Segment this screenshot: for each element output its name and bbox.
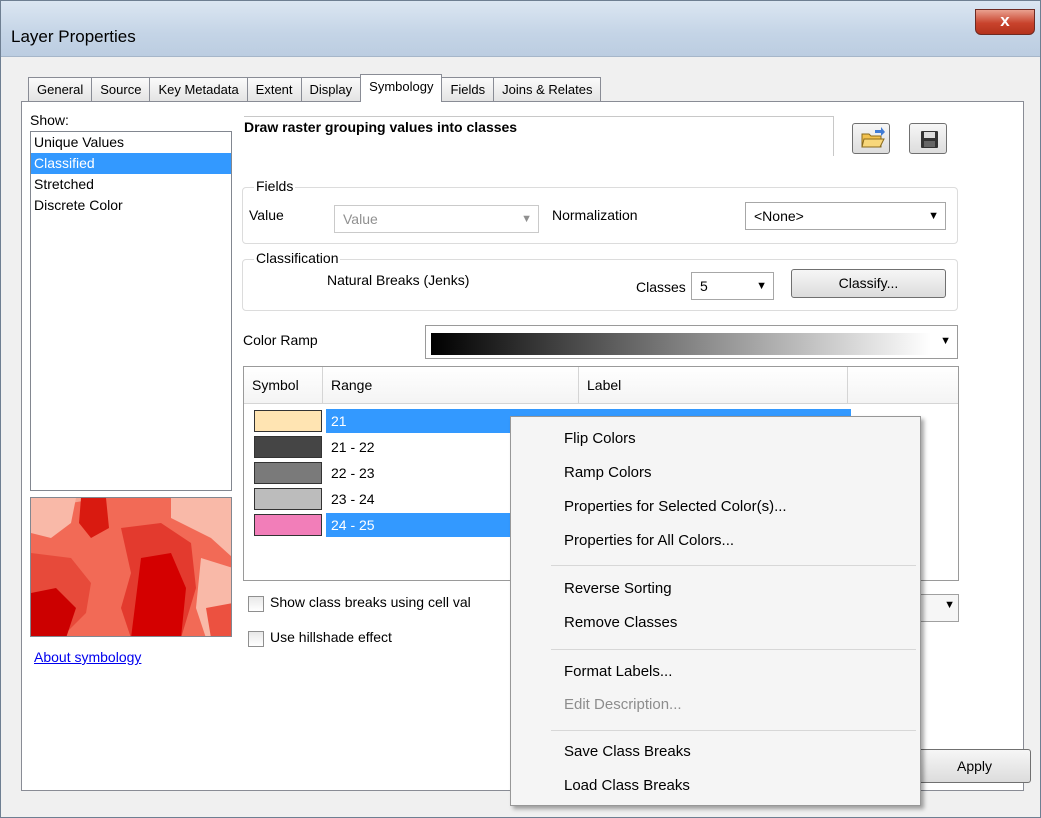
menu-separator — [551, 730, 916, 731]
value-field-select[interactable]: Value ▼ — [334, 205, 539, 233]
menu-item-reverse-sorting[interactable]: Reverse Sorting — [564, 580, 672, 597]
menu-separator — [551, 565, 916, 566]
range-column-header[interactable]: Range — [323, 367, 579, 403]
chevron-down-icon: ▼ — [521, 213, 532, 225]
tab-key-metadata[interactable]: Key Metadata — [149, 77, 248, 102]
show-item-stretched[interactable]: Stretched — [31, 174, 231, 195]
floppy-disk-icon — [921, 131, 938, 148]
tab-display[interactable]: Display — [300, 77, 362, 102]
menu-item-save-class-breaks[interactable]: Save Class Breaks — [564, 743, 691, 760]
class-table-header: Symbol Range Label — [244, 367, 958, 404]
tab-strip: General Source Key Metadata Extent Displ… — [28, 74, 602, 102]
tab-source[interactable]: Source — [91, 77, 151, 102]
classify-button[interactable]: Classify... — [791, 269, 946, 298]
cell-values-checkbox[interactable] — [248, 596, 264, 612]
fields-group-label: Fields — [254, 178, 296, 194]
tab-fields[interactable]: Fields — [441, 77, 495, 102]
about-symbology-link[interactable]: About symbology — [34, 649, 141, 665]
hillshade-label: Use hillshade effect — [270, 629, 392, 645]
classes-select[interactable]: 5 ▼ — [691, 272, 774, 300]
show-item-unique-values[interactable]: Unique Values — [31, 132, 231, 153]
close-button[interactable]: x — [975, 9, 1035, 35]
tab-extent[interactable]: Extent — [246, 77, 302, 102]
value-label: Value — [249, 207, 284, 223]
tab-joins-relates[interactable]: Joins & Relates — [493, 77, 602, 102]
symbol-swatch[interactable] — [254, 436, 322, 458]
classification-group-label: Classification — [254, 250, 341, 266]
menu-item-properties-all-colors[interactable]: Properties for All Colors... — [564, 532, 734, 549]
symbol-swatch[interactable] — [254, 514, 322, 536]
show-item-discrete-color[interactable]: Discrete Color — [31, 195, 231, 216]
value-field-selected: Value — [343, 211, 378, 227]
show-list[interactable]: Unique Values Classified Stretched Discr… — [30, 131, 232, 491]
color-ramp-gradient — [431, 333, 931, 355]
menu-item-edit-description: Edit Description... — [564, 696, 682, 713]
menu-item-load-class-breaks[interactable]: Load Class Breaks — [564, 777, 690, 794]
menu-item-properties-selected-colors[interactable]: Properties for Selected Color(s)... — [564, 498, 787, 515]
menu-item-flip-colors[interactable]: Flip Colors — [564, 430, 636, 447]
tab-general[interactable]: General — [28, 77, 93, 102]
tab-symbology[interactable]: Symbology — [360, 74, 443, 102]
context-menu: Flip Colors Ramp Colors Properties for S… — [510, 416, 921, 806]
cell-values-label: Show class breaks using cell val — [270, 594, 471, 610]
normalization-select[interactable]: <None> ▼ — [745, 202, 946, 230]
chevron-down-icon: ▼ — [940, 335, 951, 347]
advanced-dropdown-button[interactable]: ▼ — [917, 594, 959, 622]
symbol-swatch[interactable] — [254, 410, 322, 432]
open-folder-icon — [861, 127, 885, 148]
show-label: Show: — [30, 112, 69, 128]
normalization-label: Normalization — [552, 207, 638, 223]
color-ramp-select[interactable]: ▼ — [425, 325, 958, 359]
classification-method: Natural Breaks (Jenks) — [327, 272, 470, 288]
classes-label: Classes — [636, 279, 686, 295]
show-item-classified[interactable]: Classified — [31, 153, 231, 174]
open-folder-button[interactable] — [852, 123, 890, 154]
apply-button[interactable]: Apply — [918, 749, 1031, 783]
symbology-preview-image — [30, 497, 232, 637]
chevron-down-icon: ▼ — [944, 599, 955, 611]
symbol-swatch[interactable] — [254, 462, 322, 484]
normalization-selected: <None> — [754, 208, 804, 224]
menu-separator — [551, 649, 916, 650]
chevron-down-icon: ▼ — [928, 210, 939, 222]
title-bar[interactable]: Layer Properties x — [1, 1, 1040, 57]
label-column-header[interactable]: Label — [579, 367, 848, 403]
window-title: Layer Properties — [11, 27, 136, 46]
save-button[interactable] — [909, 123, 947, 154]
chevron-down-icon: ▼ — [756, 280, 767, 292]
symbol-column-header[interactable]: Symbol — [244, 367, 323, 403]
hillshade-checkbox[interactable] — [248, 631, 264, 647]
menu-item-remove-classes[interactable]: Remove Classes — [564, 614, 677, 631]
layer-properties-window: Layer Properties x General Source Key Me… — [0, 0, 1041, 818]
menu-item-format-labels[interactable]: Format Labels... — [564, 663, 672, 680]
menu-item-ramp-colors[interactable]: Ramp Colors — [564, 464, 652, 481]
renderer-description: Draw raster grouping values into classes — [244, 119, 518, 135]
classes-selected: 5 — [700, 278, 708, 294]
color-ramp-label: Color Ramp — [243, 332, 318, 348]
symbol-swatch[interactable] — [254, 488, 322, 510]
